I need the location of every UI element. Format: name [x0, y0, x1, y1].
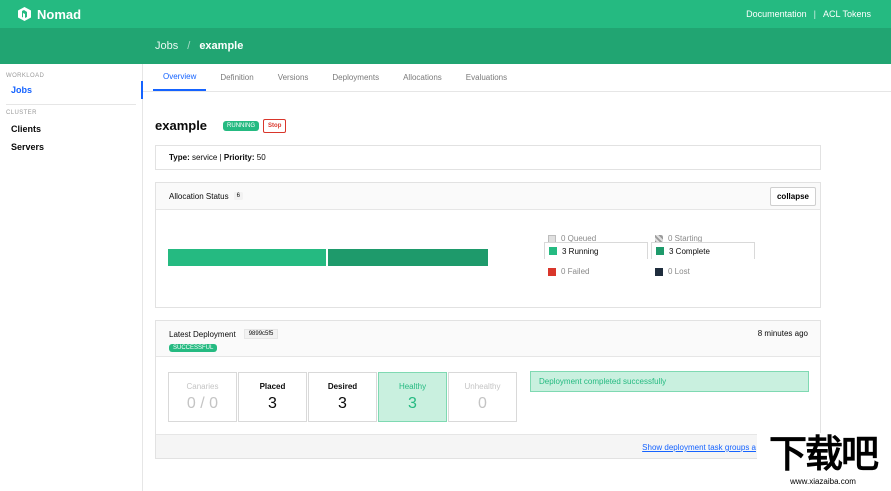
- allocation-count: 6: [233, 192, 243, 200]
- page-title: example: [155, 118, 208, 133]
- watermark-url: www.xiazaiba.com: [790, 477, 856, 486]
- breadcrumb-current[interactable]: example: [199, 40, 243, 52]
- sidebar-divider: [6, 104, 136, 105]
- nomad-logo-icon: [18, 7, 31, 21]
- failed-swatch-icon: [548, 267, 556, 276]
- sidebar-item-clients[interactable]: Clients: [11, 120, 142, 138]
- stat-desired-label: Desired: [327, 382, 358, 391]
- legend-running[interactable]: 3 Running: [544, 242, 648, 259]
- watermark-text: 下载吧: [768, 434, 879, 476]
- latest-deployment-panel: Latest Deployment 9899c5f5 SUCCESSFUL 8 …: [155, 320, 821, 459]
- deployment-stats: Canaries 0 / 0 Placed 3 Desired 3 Health…: [168, 372, 518, 422]
- legend-running-label: 3 Running: [562, 246, 599, 256]
- allocation-status-title: Allocation Status: [169, 191, 229, 201]
- legend-complete-label: 3 Complete: [669, 246, 710, 256]
- stat-placed: Placed 3: [238, 372, 307, 422]
- stat-unhealthy-label: Unhealthy: [464, 382, 501, 391]
- breadcrumb-jobs[interactable]: Jobs: [155, 40, 178, 52]
- running-swatch-icon: [549, 247, 557, 255]
- job-tabs: Overview Definition Versions Deployments…: [143, 64, 891, 92]
- sidebar-heading-workload: WORKLOAD: [6, 73, 45, 79]
- allocation-status-panel: Allocation Status 6 collapse 0 Queued 0 …: [155, 182, 821, 308]
- stat-desired: Desired 3: [308, 372, 377, 422]
- stat-healthy-label: Healthy: [398, 382, 427, 391]
- brand-name: Nomad: [37, 6, 82, 22]
- legend-failed[interactable]: 0 Failed: [544, 263, 648, 280]
- top-nav: Nomad Documentation | ACL Tokens: [0, 0, 891, 28]
- lost-swatch-icon: [655, 267, 663, 276]
- acl-tokens-link[interactable]: ACL Tokens: [823, 9, 871, 19]
- tab-deployments[interactable]: Deployments: [322, 64, 389, 91]
- tab-overview[interactable]: Overview: [153, 64, 207, 91]
- deployment-title: Latest Deployment: [169, 329, 236, 339]
- sidebar-item-jobs[interactable]: Jobs: [11, 81, 143, 99]
- show-task-groups-link[interactable]: Show deployment task groups a: [642, 443, 756, 452]
- job-type: service: [191, 153, 218, 162]
- stat-placed-label: Placed: [259, 382, 286, 391]
- stat-canaries: Canaries 0 / 0: [168, 372, 237, 422]
- sidebar: WORKLOAD Jobs CLUSTER Clients Servers: [0, 64, 143, 491]
- breadcrumb-bar: Jobs / example: [0, 28, 891, 64]
- type-label: Type:: [169, 153, 190, 162]
- tab-evaluations[interactable]: Evaluations: [456, 64, 517, 91]
- sidebar-heading-cluster: CLUSTER: [6, 110, 37, 116]
- priority-label: Priority:: [223, 153, 255, 162]
- stat-unhealthy-value: 0: [478, 395, 487, 412]
- allocation-bar-complete[interactable]: [328, 249, 488, 266]
- stat-desired-value: 3: [338, 395, 347, 412]
- stat-healthy-value: 3: [408, 395, 417, 412]
- status-badge: RUNNING: [223, 120, 260, 131]
- complete-swatch-icon: [656, 247, 664, 255]
- sidebar-item-servers[interactable]: Servers: [11, 138, 142, 156]
- job-info: Type: service | Priority: 50: [155, 145, 821, 170]
- deployment-time: 8 minutes ago: [757, 329, 808, 338]
- documentation-link[interactable]: Documentation: [746, 9, 807, 19]
- tab-allocations[interactable]: Allocations: [393, 64, 452, 91]
- top-links-separator: |: [813, 9, 816, 19]
- stat-canaries-value: 0 / 0: [186, 395, 219, 412]
- stat-healthy: Healthy 3: [378, 372, 447, 422]
- job-priority: 50: [256, 153, 266, 162]
- stat-placed-value: 3: [268, 395, 277, 412]
- collapse-button[interactable]: collapse: [769, 187, 816, 206]
- deployment-id: 9899c5f5: [243, 329, 279, 339]
- watermark-logo: 下载吧 www.xiazaiba.com: [757, 433, 889, 489]
- deployment-header: Latest Deployment 9899c5f5 SUCCESSFUL 8 …: [156, 321, 820, 357]
- stop-button[interactable]: Stop: [263, 118, 287, 133]
- deployment-footer: Show deployment task groups a: [156, 434, 820, 458]
- breadcrumb: Jobs / example: [155, 40, 243, 52]
- stat-unhealthy: Unhealthy 0: [448, 372, 517, 422]
- allocation-status-header: Allocation Status 6 collapse: [156, 183, 820, 210]
- stat-canaries-label: Canaries: [186, 382, 219, 391]
- legend-lost-label: 0 Lost: [668, 267, 690, 276]
- allocation-bar: [168, 249, 488, 266]
- breadcrumb-separator: /: [187, 40, 191, 52]
- deployment-status-badge: SUCCESSFUL: [169, 344, 218, 352]
- tab-versions[interactable]: Versions: [268, 64, 319, 91]
- legend-failed-label: 0 Failed: [561, 267, 590, 276]
- brand[interactable]: Nomad: [18, 7, 81, 22]
- deployment-message: Deployment completed successfully: [530, 371, 809, 392]
- legend-lost[interactable]: 0 Lost: [651, 263, 755, 280]
- legend-complete[interactable]: 3 Complete: [651, 242, 755, 259]
- tab-definition[interactable]: Definition: [210, 64, 263, 91]
- allocation-bar-running[interactable]: [168, 249, 328, 266]
- job-title-row: example RUNNING Stop: [155, 118, 287, 133]
